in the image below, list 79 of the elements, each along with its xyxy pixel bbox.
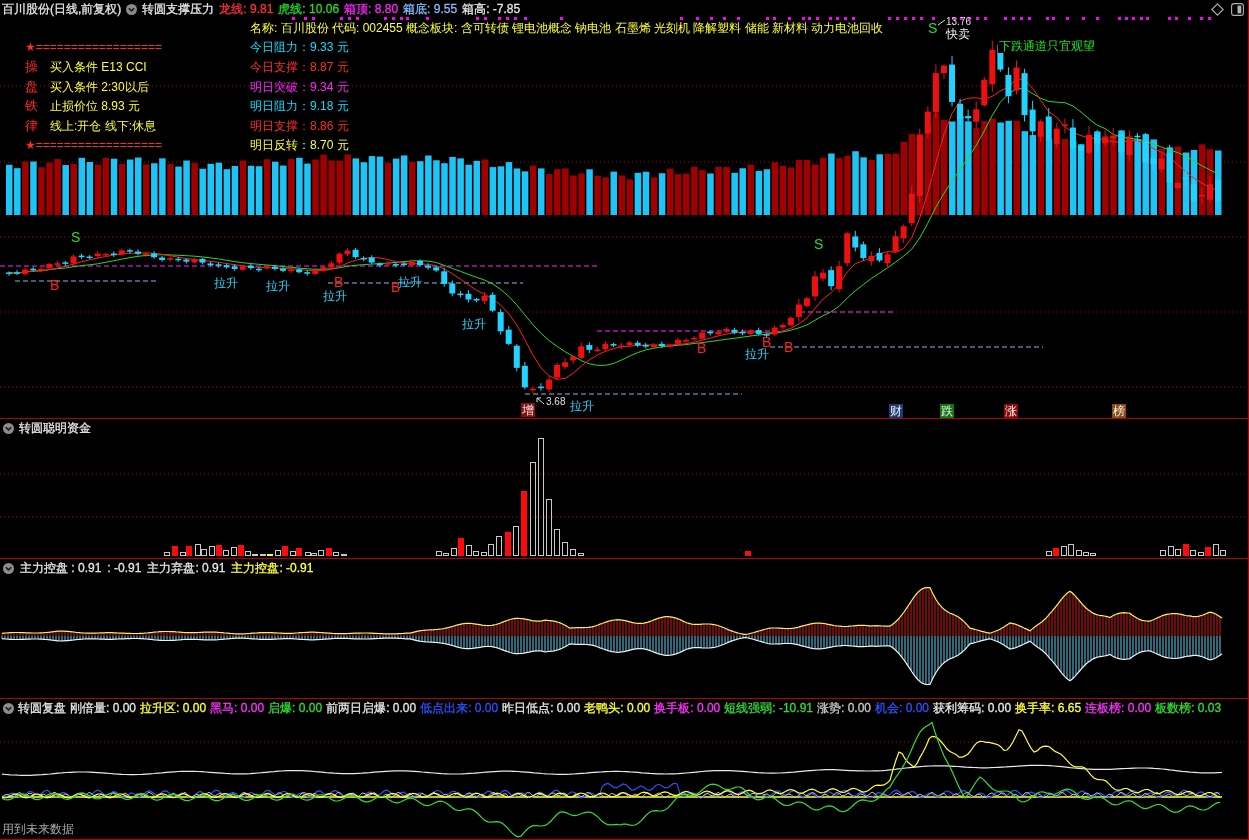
diamond-icon[interactable] xyxy=(1211,2,1224,16)
rule-text: 买入条件 2:30以后 xyxy=(50,78,149,95)
rule-text: 止损价位 8.93 元 xyxy=(50,98,141,115)
rule-text: 线上:开仓 线下:休息 xyxy=(50,117,156,134)
legend-value: 主力弃盘: 0.91 xyxy=(147,561,226,576)
panel-title: 转圆复盘 xyxy=(18,701,66,716)
legend-value: 主力控盘 : 0.91 xyxy=(20,561,102,576)
legend-value: : -0.91 xyxy=(107,561,142,576)
legend-value: 主力控盘: -0.91 xyxy=(231,561,314,576)
legend-value: 龙线: 9.81 xyxy=(219,1,274,17)
legend-value: 箱顶: 8.80 xyxy=(344,1,399,17)
sell-signal: S xyxy=(814,237,824,252)
buy-signal: B xyxy=(50,278,60,293)
sell-signal: S xyxy=(928,21,938,36)
rule-text: 买入条件 E13 CCI xyxy=(50,59,147,75)
rule-mark: 操 xyxy=(25,59,39,75)
divider-text: ★================== xyxy=(25,39,162,56)
buy-signal: B xyxy=(697,341,707,356)
chevron-down-icon[interactable] xyxy=(126,3,138,15)
legend-value: 短线强弱: -10.91 xyxy=(724,701,813,716)
event-tag: 跌 xyxy=(940,404,954,418)
leader-arrow xyxy=(536,397,545,405)
trend-note: 下跌通道只宜观望 xyxy=(998,40,1096,53)
legend-value: 箱底: 9.55 xyxy=(403,1,458,17)
legend-value: 昨日低点: 0.00 xyxy=(502,701,581,716)
price-level: 今日阻力：9.33 元 xyxy=(250,39,349,56)
price-level: 明日突破：9.34 元 xyxy=(250,78,349,95)
price-level: 明日阻力：9.18 元 xyxy=(250,98,349,115)
legend-value: 机会: 0.00 xyxy=(875,701,930,716)
legend-value: 老鸭头: 0.00 xyxy=(584,701,651,716)
event-tag: 增 xyxy=(521,403,535,417)
legend-value: 板数榜: 0.03 xyxy=(1155,701,1222,716)
rule-mark: 铁 xyxy=(25,98,39,115)
chevron-down-icon[interactable] xyxy=(3,703,14,714)
legend-value: 低点出来: 0.00 xyxy=(420,701,499,716)
legend-value: 换手率: 6.65 xyxy=(1015,701,1082,716)
legend-value: 连板榜: 0.00 xyxy=(1085,701,1152,716)
rise-label: 拉升 xyxy=(745,348,769,361)
price-level: 今日支撑：8.87 元 xyxy=(250,59,349,75)
legend-value: 启爆: 0.00 xyxy=(268,701,323,716)
footnote-text: 用到未来数据 xyxy=(1,822,74,838)
rule-mark: 律 xyxy=(25,117,39,134)
price-level: 明日支撑：8.86 元 xyxy=(250,117,349,134)
sell-note: 快卖 xyxy=(946,28,970,41)
indicator-name: 转圆支撑压力 xyxy=(142,1,215,17)
legend-value: 虎线: 10.06 xyxy=(278,1,340,17)
legend-value: 刚倍量: 0.00 xyxy=(70,701,137,716)
buy-signal: B xyxy=(391,280,401,295)
event-tag: 财 xyxy=(889,404,903,418)
rise-label: 拉升 xyxy=(266,280,290,293)
chevron-down-icon[interactable] xyxy=(3,563,14,574)
legend-value: 获利筹码: 0.00 xyxy=(933,701,1012,716)
panel-title: 转圆聪明资金 xyxy=(19,421,91,436)
rise-label: 拉升 xyxy=(214,277,238,290)
divider-text: ★================== xyxy=(25,137,162,154)
price-level: 明日反转：8.70 元 xyxy=(250,137,349,154)
buy-signal: B xyxy=(334,275,344,290)
price-label: 13.76 xyxy=(946,16,972,27)
legend-value: 拉升区: 0.00 xyxy=(140,701,207,716)
rise-label: 拉升 xyxy=(570,400,594,413)
event-tag: 涨 xyxy=(1004,404,1018,418)
legend-value: 箱高: -7.85 xyxy=(462,1,521,17)
price-label: 3.68 xyxy=(546,396,566,407)
buy-signal: B xyxy=(784,340,794,355)
chevron-down-icon[interactable] xyxy=(3,423,14,434)
rise-label: 拉升 xyxy=(462,318,486,331)
rise-label: 拉升 xyxy=(398,276,422,289)
legend-value: 换手板: 0.00 xyxy=(654,701,721,716)
rule-mark: 盘 xyxy=(25,78,39,95)
legend-value: 黑马: 0.00 xyxy=(210,701,265,716)
legend-value: 涨势: 0.00 xyxy=(817,701,871,716)
stock-title: 百川股份(日线,前复权) xyxy=(2,1,122,17)
legend-value: 前两日启爆: 0.00 xyxy=(326,701,417,716)
rise-label: 拉升 xyxy=(323,290,347,303)
event-tag: 榜 xyxy=(1112,404,1126,418)
leader-line xyxy=(937,19,946,26)
layout-icon[interactable] xyxy=(1231,2,1244,16)
sell-signal: S xyxy=(71,230,81,245)
stock-summary: 名称: 百川股份 代码: 002455 概念板块: 含可转债 锂电池概念 钠电池 石墨烯 光刻机 降解塑料 储能 新材料 动力电池回收 xyxy=(250,19,884,36)
